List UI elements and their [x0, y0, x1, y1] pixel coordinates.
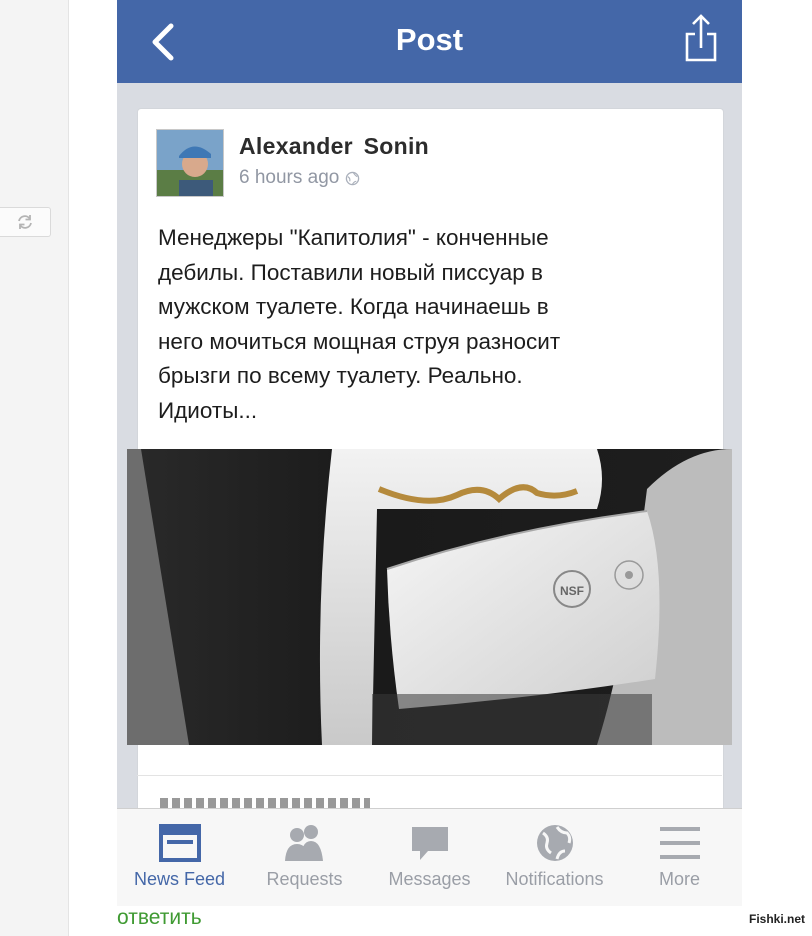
tab-requests[interactable]: Requests — [242, 809, 367, 906]
left-gutter — [0, 0, 69, 936]
tab-bar: News Feed Requests Messages Notification… — [117, 808, 742, 906]
share-icon — [685, 14, 717, 62]
tab-label: Notifications — [505, 869, 604, 889]
share-button[interactable] — [683, 12, 719, 64]
nsf-logo: NSF — [560, 584, 584, 598]
tab-notifications[interactable]: Notifications — [492, 809, 617, 906]
tab-news-feed[interactable]: News Feed — [117, 809, 242, 906]
post-time[interactable]: 6 hours ago — [239, 167, 339, 189]
notifications-icon — [536, 825, 573, 861]
messages-icon — [411, 827, 448, 860]
tab-label: More — [658, 869, 700, 889]
post-text-line: Менеджеры "Капитолия" - конченные — [158, 225, 549, 250]
divider — [137, 775, 722, 776]
post-photo[interactable]: NSF — [127, 449, 732, 745]
tab-label: Messages — [388, 869, 471, 889]
watermark: Fishki.net — [746, 912, 807, 926]
post-text-line: него мочиться мощная струя разносит — [158, 328, 561, 354]
refresh-icon — [18, 215, 32, 229]
post-meta: 6 hours ago — [239, 167, 360, 189]
phone-screen: Post Alexander Sonin 6 hours ago Менедже… — [117, 0, 742, 905]
globe-icon — [346, 171, 360, 185]
more-icon — [659, 827, 700, 859]
post-text-line: брызги по всему туалету. Реально. — [158, 363, 523, 388]
post-text-line: мужском туалете. Когда начинаешь в — [158, 294, 549, 319]
author-name[interactable]: Alexander Sonin — [239, 133, 429, 160]
post-text: Менеджеры "Капитолия" - конченные дебилы… — [158, 221, 698, 428]
tab-messages[interactable]: Messages — [367, 809, 492, 906]
refresh-button[interactable] — [0, 207, 51, 237]
reply-link[interactable]: ответить — [117, 906, 202, 930]
page-title: Post — [395, 22, 464, 57]
tab-label: News Feed — [133, 869, 226, 889]
news-feed-icon — [158, 824, 201, 862]
post-text-line: дебилы. Поставили новый писсуар в — [158, 259, 543, 285]
tab-label: Requests — [266, 869, 343, 889]
post-text-line: Идиоты... — [158, 397, 258, 423]
avatar[interactable] — [156, 129, 224, 197]
requests-icon — [284, 825, 323, 861]
nav-bar: Post — [117, 0, 742, 83]
tab-more[interactable]: More — [617, 809, 742, 906]
